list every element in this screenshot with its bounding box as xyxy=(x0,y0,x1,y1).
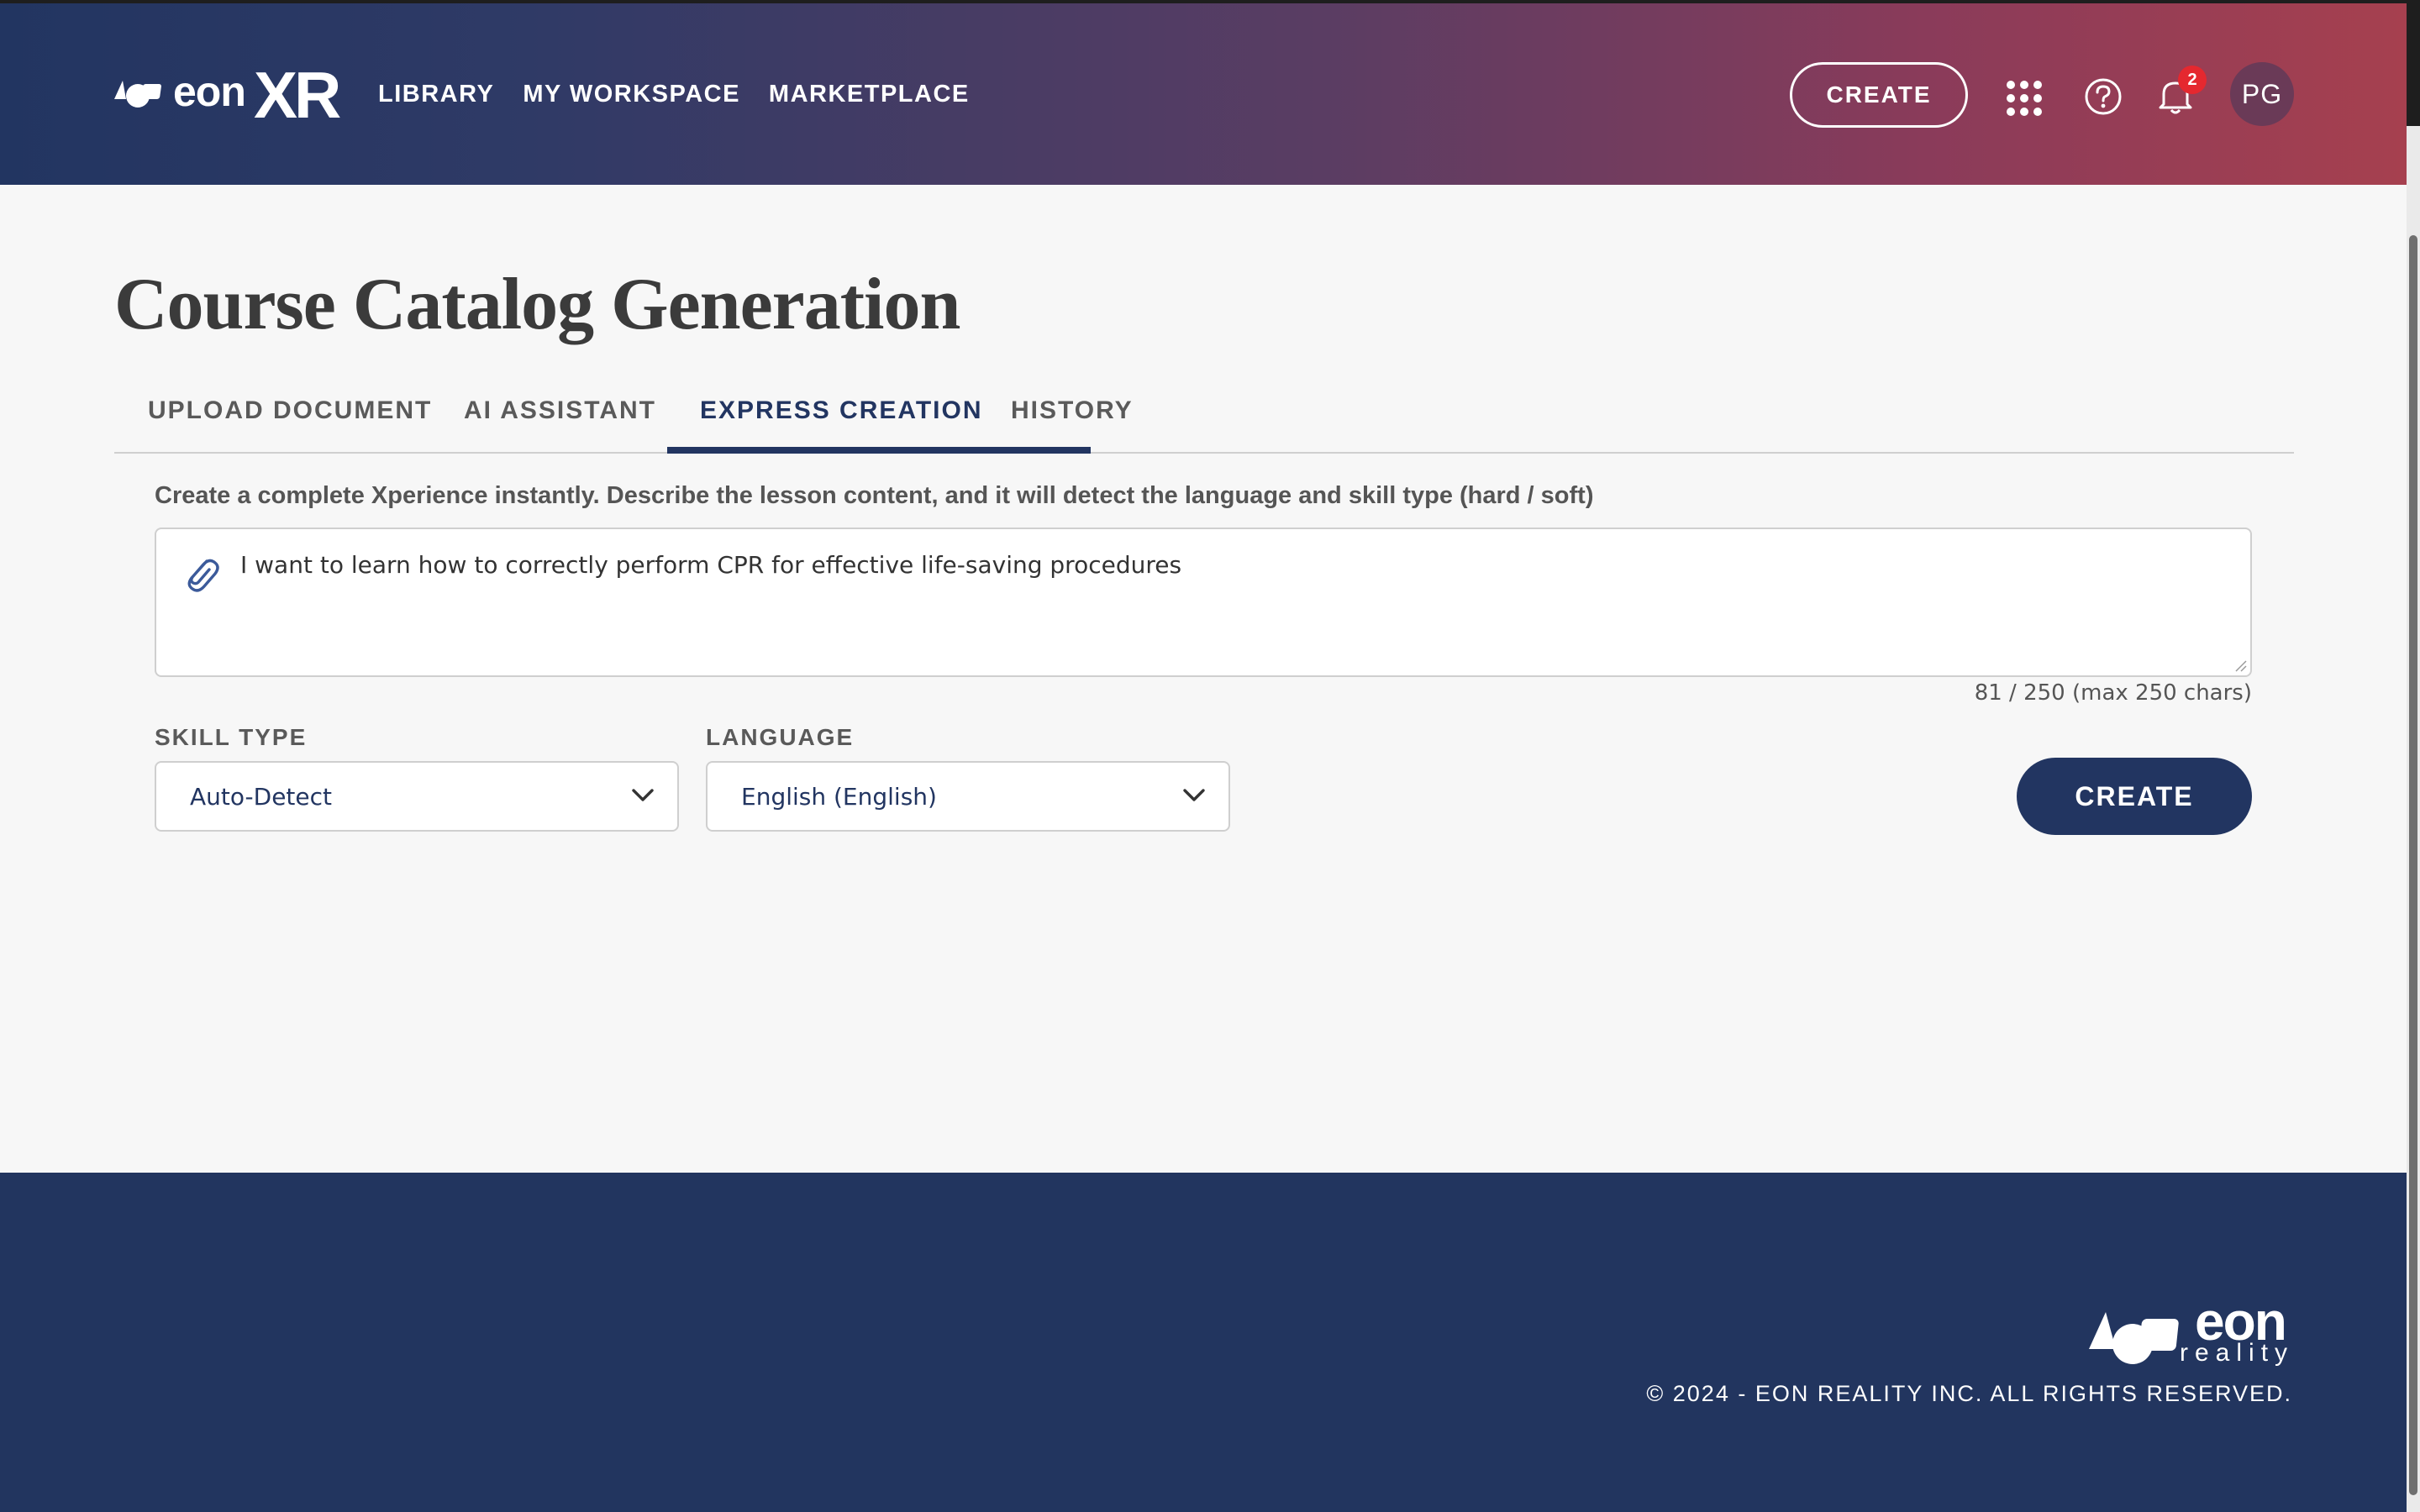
main-nav: LIBRARY MY WORKSPACE MARKETPLACE xyxy=(378,81,970,108)
tab-express-creation[interactable]: EXPRESS CREATION xyxy=(700,396,983,425)
eon-logo-icon xyxy=(2089,1312,2179,1364)
tab-upload-document[interactable]: UPLOAD DOCUMENT xyxy=(148,396,432,425)
skill-type-select[interactable]: Auto-Detect xyxy=(155,761,679,832)
page-scrollbar[interactable] xyxy=(2407,126,2420,1512)
tab-history[interactable]: HISTORY xyxy=(1011,396,1134,425)
page-footer: eon reality © 2024 - EON REALITY INC. AL… xyxy=(0,1173,2407,1512)
notification-count-badge: 2 xyxy=(2178,66,2207,94)
copyright-text: © 2024 - EON REALITY INC. ALL RIGHTS RES… xyxy=(1646,1381,2292,1406)
language-select[interactable]: English (English) xyxy=(706,761,1230,832)
tab-bar: UPLOAD DOCUMENT AI ASSISTANT EXPRESS CRE… xyxy=(114,370,2294,454)
nav-marketplace[interactable]: MARKETPLACE xyxy=(769,81,970,108)
chevron-down-icon xyxy=(632,789,654,801)
scrollbar-thumb[interactable] xyxy=(2409,235,2417,1495)
top-header: eon XR LIBRARY MY WORKSPACE MARKETPLACE … xyxy=(0,3,2407,185)
header-right-edge xyxy=(2407,0,2420,126)
character-counter: 81 / 250 (max 250 chars) xyxy=(1974,680,2252,706)
skill-type-value: Auto-Detect xyxy=(190,783,332,811)
eon-logo-icon xyxy=(114,81,161,108)
logo-eon-text: eon xyxy=(173,68,246,115)
nav-library[interactable]: LIBRARY xyxy=(378,81,494,108)
nav-my-workspace[interactable]: MY WORKSPACE xyxy=(523,81,740,108)
help-icon[interactable] xyxy=(2084,77,2123,116)
prompt-input-value[interactable]: I want to learn how to correctly perform… xyxy=(240,551,1181,579)
lesson-prompt-textarea[interactable]: I want to learn how to correctly perform… xyxy=(155,528,2252,677)
attach-paperclip-icon[interactable] xyxy=(182,551,220,595)
language-value: English (English) xyxy=(741,783,937,811)
eonxr-logo[interactable]: eon XR xyxy=(114,58,346,132)
user-avatar[interactable]: PG xyxy=(2230,62,2294,126)
language-label: LANGUAGE xyxy=(706,724,855,750)
logo-xr-text: XR xyxy=(254,58,341,132)
page-title: Course Catalog Generation xyxy=(114,264,960,345)
skill-type-label: SKILL TYPE xyxy=(155,724,308,750)
express-creation-description: Create a complete Xperience instantly. D… xyxy=(155,482,1594,509)
footer-logo-reality-text: reality xyxy=(2180,1339,2295,1367)
resize-grip-icon[interactable] xyxy=(2233,659,2247,672)
active-tab-indicator xyxy=(667,447,1091,454)
header-create-button[interactable]: CREATE xyxy=(1790,62,1968,128)
apps-grid-icon[interactable] xyxy=(2005,79,2044,118)
tab-ai-assistant[interactable]: AI ASSISTANT xyxy=(464,396,656,425)
eon-reality-logo: eon reality xyxy=(2087,1291,2297,1367)
chevron-down-icon xyxy=(1183,789,1205,801)
create-xperience-button[interactable]: CREATE xyxy=(2017,758,2252,835)
